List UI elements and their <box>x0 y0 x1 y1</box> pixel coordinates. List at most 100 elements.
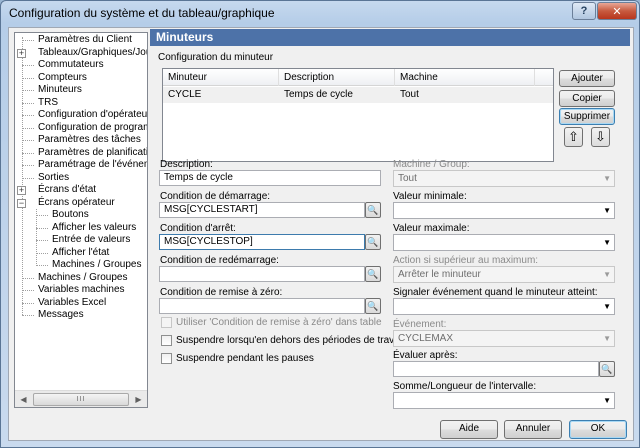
tree-item-label: Paramètres des tâches <box>38 134 141 145</box>
tree-item[interactable]: Paramètres de planification <box>15 147 147 160</box>
tree-item-label: Paramètres de planification <box>38 146 148 158</box>
restart-lookup-icon[interactable]: 🔍 <box>365 266 381 282</box>
min-value-select[interactable]: ▼ <box>393 202 615 219</box>
use-reset-label: Utiliser 'Condition de remise à zéro' da… <box>176 317 382 328</box>
tree-item[interactable]: TRS <box>15 97 147 110</box>
panel-title: Minuteurs <box>150 29 630 46</box>
tree-item[interactable]: Écrans d'état + <box>15 184 147 197</box>
tree-item[interactable]: Afficher les valeurs <box>15 222 147 235</box>
tree-item-label: Variables Excel <box>38 296 107 308</box>
table-row[interactable]: CYCLE Temps de cycle Tout <box>163 87 553 103</box>
close-window-button[interactable]: ✕ <box>597 2 637 20</box>
max-value-select[interactable]: ▼ <box>393 234 615 251</box>
tree-item[interactable]: Paramètres des tâches <box>15 134 147 147</box>
tree-item-label: Entrée de valeurs <box>52 234 131 245</box>
delete-timer-button[interactable]: Supprimer <box>559 108 615 125</box>
tree-item[interactable]: Afficher l'état <box>15 247 147 260</box>
reset-condition-input[interactable] <box>159 298 365 314</box>
tree-item-label: Afficher l'état <box>52 246 110 258</box>
event-select[interactable]: CYCLEMAX ▼ <box>393 330 615 347</box>
move-down-icon[interactable]: ⇩ <box>591 127 610 147</box>
tree-item[interactable]: Tableaux/Graphiques/Journa + <box>15 47 147 60</box>
tree-item[interactable]: Sorties <box>15 172 147 185</box>
column-header-minuteur[interactable]: Minuteur <box>163 69 279 86</box>
scroll-right-arrow-icon[interactable]: ▶ <box>131 393 146 406</box>
expand-icon[interactable]: + <box>17 48 26 58</box>
tree-item[interactable]: Machines / Groupes <box>15 259 147 272</box>
description-input[interactable]: Temps de cycle <box>159 170 381 186</box>
cancel-button[interactable]: Annuler <box>504 420 562 439</box>
tree-item[interactable]: Commutateurs <box>15 59 147 72</box>
suspend-pauses-checkbox[interactable] <box>161 353 172 364</box>
action-label: Action si supérieur au maximum: <box>393 255 539 266</box>
evaluate-after-input[interactable] <box>393 361 599 377</box>
machine-group-select[interactable]: Tout ▼ <box>393 170 615 187</box>
tree-item[interactable]: Entrée de valeurs <box>15 234 147 247</box>
use-reset-checkbox[interactable] <box>161 317 172 328</box>
signal-event-label: Signaler événement quand le minuteur att… <box>393 287 598 298</box>
add-timer-button[interactable]: Ajouter <box>559 70 615 87</box>
window-title: Configuration du système et du tableau/g… <box>9 6 275 20</box>
tree-item[interactable]: Variables Excel <box>15 297 147 310</box>
cell-minuteur: CYCLE <box>168 89 202 100</box>
machine-group-label: Machine / Group: <box>393 159 470 170</box>
description-label: Description: <box>160 159 213 170</box>
restart-condition-input[interactable] <box>159 266 365 282</box>
tree-item[interactable]: Paramètres du Client <box>15 34 147 47</box>
tree-item-label: Boutons <box>52 209 89 220</box>
stop-condition-label: Condition d'arrêt: <box>160 223 236 234</box>
grid-header: Minuteur Description Machine <box>163 69 553 86</box>
ok-button[interactable]: OK <box>569 420 627 439</box>
tree-item[interactable]: Minuteurs <box>15 84 147 97</box>
tree-item-label: Compteurs <box>38 71 87 83</box>
move-up-icon[interactable]: ⇧ <box>564 127 583 147</box>
tree-item-label: Variables machines <box>38 284 125 295</box>
tree-item-label: Sorties <box>38 171 70 183</box>
group-label: Configuration du minuteur <box>158 52 274 63</box>
event-value: CYCLEMAX <box>398 333 454 344</box>
navigation-tree[interactable]: Paramètres du Client Tableaux/Graphiques/… <box>14 32 148 408</box>
expand-icon[interactable]: + <box>17 186 26 195</box>
tree-item-label: Écrans opérateur <box>38 196 115 208</box>
tree-item-label: Machines / Groupes <box>38 271 128 283</box>
tree-item[interactable]: Machines / Groupes <box>15 272 147 285</box>
dialog-client-area: Paramètres du Client Tableaux/Graphiques/… <box>8 27 634 441</box>
help-titlebar-button[interactable]: ? <box>572 2 596 20</box>
tree-item[interactable]: Paramétrage de l'événement <box>15 159 147 172</box>
scroll-left-arrow-icon[interactable]: ◀ <box>16 393 31 406</box>
tree-item-label: Minuteurs <box>38 84 82 95</box>
column-header-description[interactable]: Description <box>279 69 395 86</box>
start-condition-label: Condition de démarrage: <box>160 191 271 202</box>
title-bar: Configuration du système et du tableau/g… <box>1 1 639 23</box>
timer-grid[interactable]: Minuteur Description Machine CYCLE Temps… <box>162 68 554 162</box>
tree-item[interactable]: Configuration de programme <box>15 122 147 135</box>
suspend-outside-work-label: Suspendre lorsqu'en dehors des périodes … <box>176 335 405 346</box>
cell-description: Temps de cycle <box>284 89 353 100</box>
evaluate-lookup-icon[interactable]: 🔍 <box>599 361 615 377</box>
help-button[interactable]: Aide <box>440 420 498 439</box>
copy-timer-button[interactable]: Copier <box>559 90 615 107</box>
interval-sum-select[interactable]: ▼ <box>393 392 615 409</box>
start-condition-input[interactable]: MSG[CYCLESTART] <box>159 202 365 218</box>
tree-item-label: Écrans d'état <box>38 184 97 195</box>
tree-item-label: Tableaux/Graphiques/Journa <box>38 46 147 58</box>
tree-item[interactable]: Variables machines <box>15 284 147 297</box>
action-select[interactable]: Arrêter le minuteur ▼ <box>393 266 615 283</box>
tree-item[interactable]: Écrans opérateur − <box>15 197 147 210</box>
reset-lookup-icon[interactable]: 🔍 <box>365 298 381 314</box>
collapse-icon[interactable]: − <box>17 198 26 208</box>
tree-item[interactable]: Compteurs <box>15 72 147 85</box>
stop-lookup-icon[interactable]: 🔍 <box>365 234 381 250</box>
tree-item[interactable]: Boutons <box>15 209 147 222</box>
scrollbar-thumb[interactable]: III <box>33 393 129 406</box>
interval-sum-label: Somme/Longueur de l'intervalle: <box>393 381 537 392</box>
signal-event-select[interactable]: ▼ <box>393 298 615 315</box>
tree-item-label: TRS <box>38 96 58 108</box>
tree-horizontal-scrollbar[interactable]: ◀ III ▶ <box>15 390 147 407</box>
tree-item[interactable]: Configuration d'opérateur <box>15 109 147 122</box>
suspend-outside-work-checkbox[interactable] <box>161 335 172 346</box>
column-header-machine[interactable]: Machine <box>395 69 535 86</box>
stop-condition-input[interactable]: MSG[CYCLESTOP] <box>159 234 365 250</box>
start-lookup-icon[interactable]: 🔍 <box>365 202 381 218</box>
tree-item[interactable]: Messages <box>15 309 147 322</box>
